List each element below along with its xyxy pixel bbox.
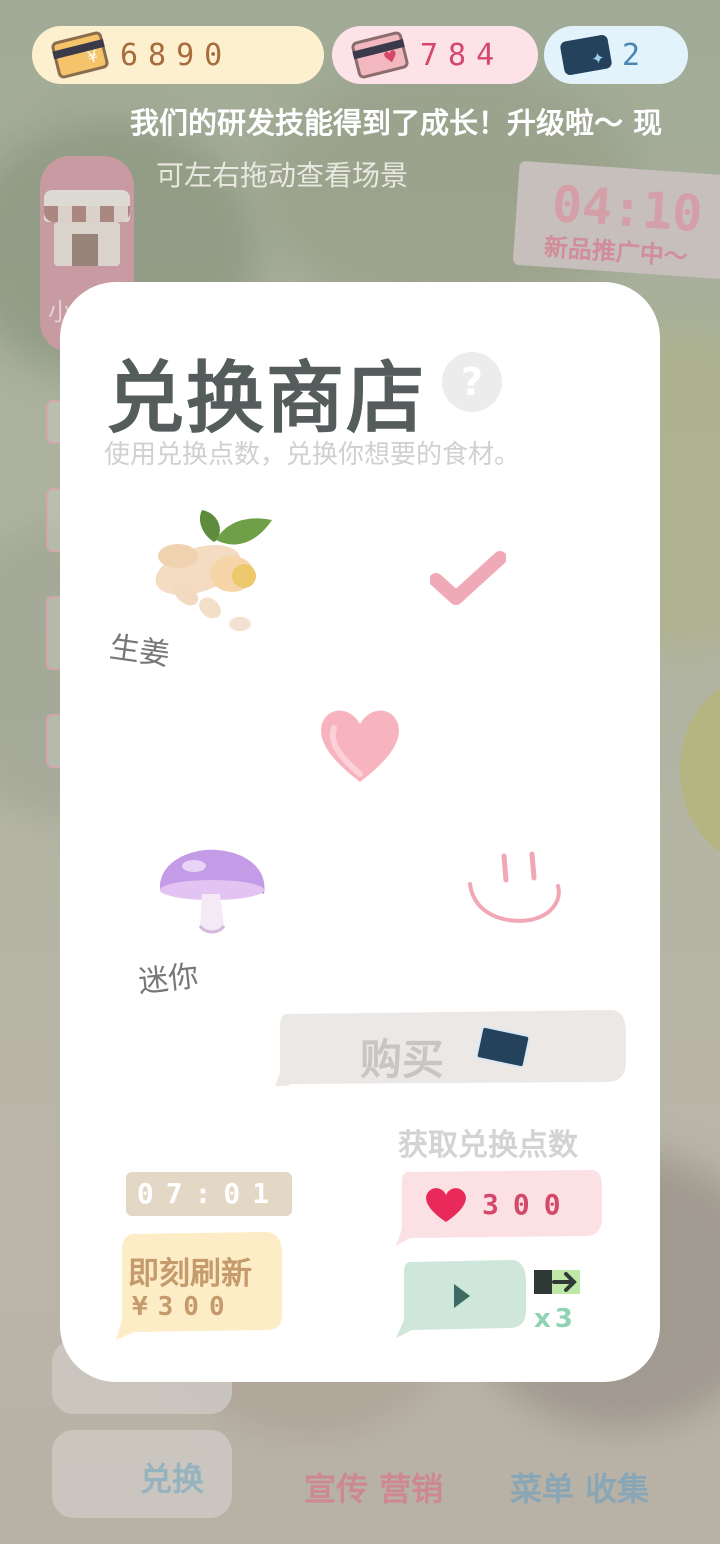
ticket-balance[interactable]: ✦ 2 <box>544 26 688 84</box>
ad-remaining-count: x3 <box>534 1304 577 1334</box>
refresh-price: ¥300 <box>132 1292 235 1322</box>
heart-balance[interactable]: ♥ 784 <box>332 26 538 84</box>
heart-value: 784 <box>420 37 505 73</box>
coin-value: 6890 <box>120 37 233 73</box>
news-marquee: 我们的研发技能得到了成长！升级啦～ 现 <box>130 106 663 140</box>
earn-heart-cost: 300 <box>482 1188 575 1221</box>
smile-icon <box>468 851 561 923</box>
coin-card-icon: ¥ <box>50 30 110 80</box>
drag-hint: 可左右拖动查看场景 <box>156 159 409 192</box>
buy-button-label: 购买 <box>360 1035 445 1084</box>
ginger-icon[interactable] <box>136 500 276 636</box>
check-icon <box>430 551 506 605</box>
heart-icon <box>321 710 399 782</box>
help-icon[interactable]: ? <box>442 352 502 412</box>
modal-title: 兑换商店 <box>106 354 427 444</box>
modal-subtitle: 使用兑换点数，兑换你想要的食材。 <box>104 440 521 470</box>
item-label-mini: 迷你 <box>136 958 201 1001</box>
refresh-label: 即刻刷新 <box>128 1256 252 1292</box>
item-label-ginger: 生姜 <box>107 629 172 673</box>
heart-card-icon: ♥ <box>350 30 410 80</box>
mushroom-icon[interactable] <box>154 846 270 938</box>
watch-ad-button[interactable] <box>396 1258 526 1338</box>
arrow-ticket-icon <box>534 1270 580 1294</box>
heart-icon <box>426 1188 466 1222</box>
coin-balance[interactable]: ¥ 6890 <box>32 26 324 84</box>
earn-points-title: 获取兑换点数 <box>398 1128 578 1163</box>
buy-button[interactable] <box>270 1008 626 1086</box>
ticket-value: 2 <box>622 37 651 73</box>
ticket-icon: ✦ <box>559 34 613 76</box>
exchange-shop-modal: 兑换商店 ? 使用兑换点数，兑换你想要的食材。 生姜 迷你 购买 获取兑换点数 … <box>60 282 660 1382</box>
refresh-timer: 07:01 <box>126 1172 292 1216</box>
